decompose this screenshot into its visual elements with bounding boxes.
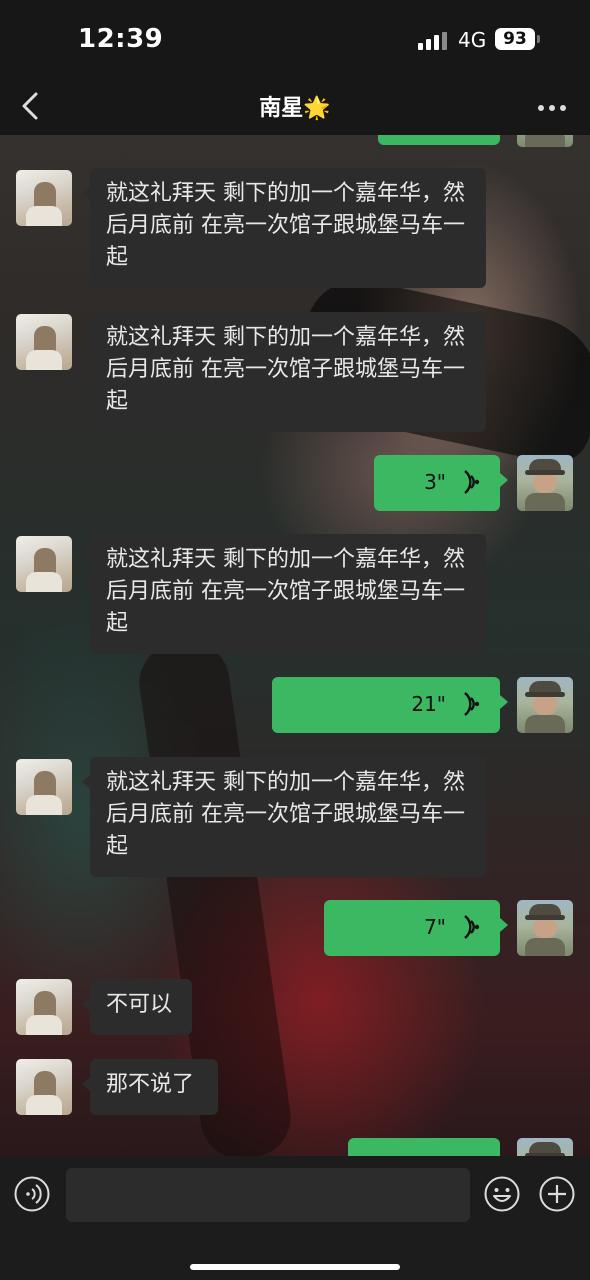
message-partial-bottom bbox=[0, 1138, 590, 1156]
status-bar: 12:39 4G 93 bbox=[0, 0, 590, 80]
voice-duration: 3" bbox=[424, 470, 446, 494]
contact-avatar[interactable] bbox=[16, 170, 72, 226]
message-incoming: 就这礼拜天 剩下的加一个嘉年华，然后月底前 在亮一次馆子跟城堡马车一起 bbox=[0, 757, 590, 879]
contact-avatar[interactable] bbox=[16, 759, 72, 815]
voice-duration: 21" bbox=[411, 692, 446, 716]
my-avatar[interactable] bbox=[517, 677, 573, 733]
voice-message-bubble[interactable]: 7" bbox=[324, 900, 508, 956]
message-incoming: 不可以 bbox=[0, 979, 590, 1037]
voice-message-bubble[interactable]: 3" bbox=[374, 455, 508, 511]
voice-wave-icon bbox=[464, 470, 480, 494]
my-avatar[interactable] bbox=[517, 455, 573, 511]
voice-wave-icon bbox=[464, 915, 480, 939]
voice-message-bubble[interactable]: 21" bbox=[272, 677, 508, 733]
message-outgoing-voice: 3" bbox=[0, 455, 590, 513]
battery-icon: 93 bbox=[495, 28, 535, 50]
message-outgoing-voice: 21" bbox=[0, 677, 590, 735]
home-indicator[interactable] bbox=[190, 1264, 400, 1270]
incoming-text-bubble[interactable]: 不可以 bbox=[82, 979, 192, 1035]
outgoing-bubble-partial bbox=[378, 135, 500, 145]
battery-tip bbox=[537, 35, 540, 43]
my-avatar[interactable] bbox=[517, 900, 573, 956]
message-incoming: 那不说了 bbox=[0, 1059, 590, 1117]
more-dots-icon[interactable] bbox=[536, 96, 568, 120]
contact-avatar[interactable] bbox=[16, 314, 72, 370]
incoming-text-bubble[interactable]: 就这礼拜天 剩下的加一个嘉年华，然后月底前 在亮一次馆子跟城堡马车一起 bbox=[82, 757, 486, 877]
message-incoming: 就这礼拜天 剩下的加一个嘉年华，然后月底前 在亮一次馆子跟城堡马车一起 bbox=[0, 534, 590, 656]
incoming-text-bubble[interactable]: 那不说了 bbox=[82, 1059, 218, 1115]
contact-avatar[interactable] bbox=[16, 979, 72, 1035]
plus-icon[interactable] bbox=[539, 1176, 575, 1212]
signal-icon bbox=[418, 32, 450, 50]
my-avatar[interactable] bbox=[517, 1138, 573, 1156]
voice-wave-icon bbox=[464, 692, 480, 716]
my-avatar[interactable] bbox=[517, 135, 573, 147]
chat-title: 南星🌟 bbox=[259, 96, 331, 121]
message-partial-top bbox=[0, 135, 590, 147]
message-incoming: 就这礼拜天 剩下的加一个嘉年华，然后月底前 在亮一次馆子跟城堡马车一起 bbox=[0, 312, 590, 434]
status-time: 12:39 bbox=[78, 24, 164, 54]
incoming-text-bubble[interactable]: 就这礼拜天 剩下的加一个嘉年华，然后月底前 在亮一次馆子跟城堡马车一起 bbox=[82, 534, 486, 654]
incoming-text-bubble[interactable]: 就这礼拜天 剩下的加一个嘉年华，然后月底前 在亮一次馆子跟城堡马车一起 bbox=[82, 168, 486, 288]
emoji-icon[interactable] bbox=[484, 1176, 520, 1212]
message-outgoing-voice: 7" bbox=[0, 900, 590, 958]
voice-input-icon[interactable] bbox=[14, 1176, 50, 1212]
input-bar bbox=[0, 1156, 590, 1280]
chat-header: 南星🌟 bbox=[0, 80, 590, 135]
message-input[interactable] bbox=[66, 1168, 470, 1222]
network-type: 4G bbox=[458, 28, 487, 52]
message-incoming: 就这礼拜天 剩下的加一个嘉年华，然后月底前 在亮一次馆子跟城堡马车一起 bbox=[0, 168, 590, 290]
incoming-text-bubble[interactable]: 就这礼拜天 剩下的加一个嘉年华，然后月底前 在亮一次馆子跟城堡马车一起 bbox=[82, 312, 486, 432]
outgoing-bubble-partial bbox=[348, 1138, 500, 1156]
contact-avatar[interactable] bbox=[16, 1059, 72, 1115]
voice-duration: 7" bbox=[424, 915, 446, 939]
contact-avatar[interactable] bbox=[16, 536, 72, 592]
